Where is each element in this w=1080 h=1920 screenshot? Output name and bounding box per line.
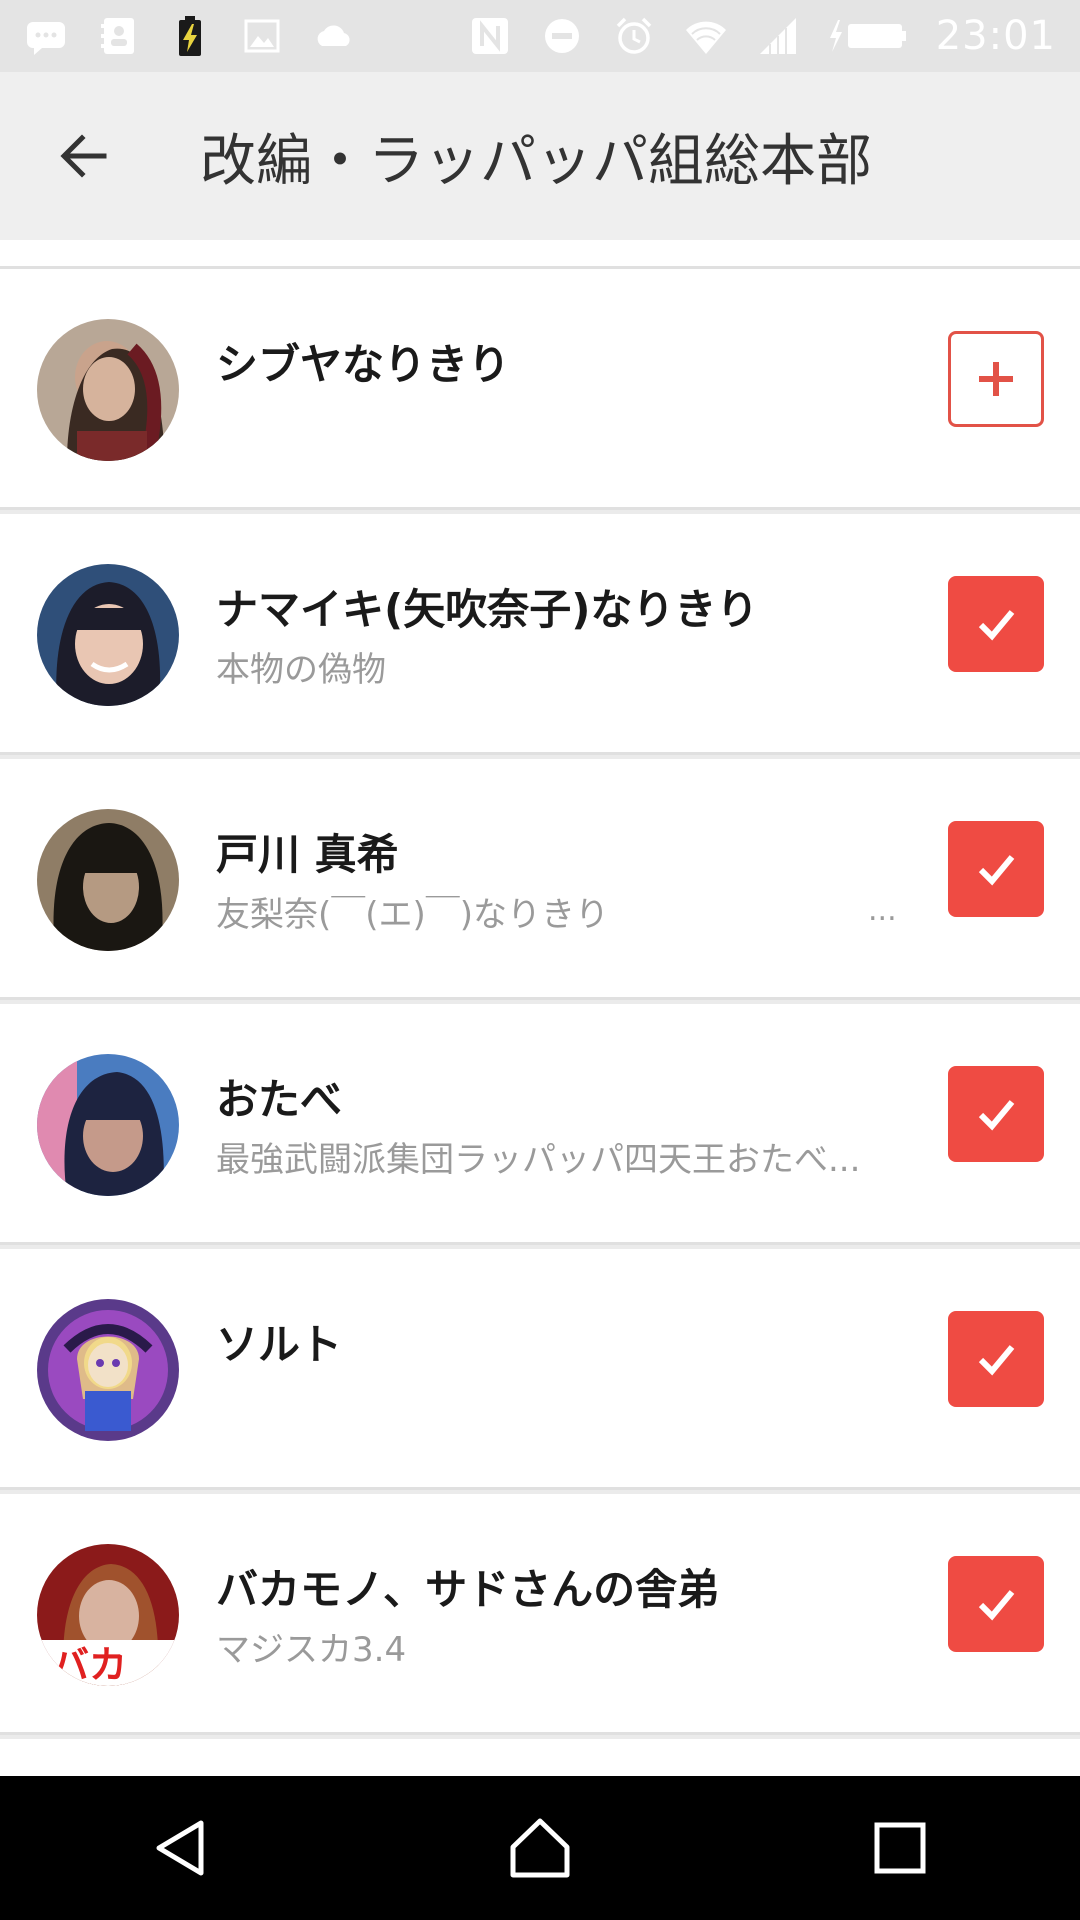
subtitle-ellipsis: ... [868, 893, 897, 928]
item-subtitle: マジスカ3.4 [216, 1630, 407, 1670]
status-bar-left [24, 14, 356, 58]
navigation-bar [0, 1776, 1080, 1920]
clock-time: 23:01 [935, 13, 1056, 59]
plus-icon [979, 362, 1013, 396]
list-item[interactable]: 戸川 真希 友梨奈(￣(エ)￣)なりきり ... [0, 759, 1080, 1000]
avatar [37, 1054, 179, 1196]
checked-button[interactable] [948, 821, 1044, 917]
list-item[interactable]: シブヤなりきり [0, 269, 1080, 510]
nav-back-button[interactable] [120, 1788, 240, 1908]
recents-icon [874, 1822, 926, 1874]
checked-button[interactable] [948, 1311, 1044, 1407]
avatar [37, 319, 179, 461]
contact-card-icon [96, 14, 140, 58]
checkmark-icon [978, 1100, 1015, 1131]
back-triangle-icon [156, 1820, 204, 1876]
add-button[interactable] [948, 331, 1044, 427]
message-icon [24, 14, 68, 58]
status-bar-right: 23:01 [468, 13, 1056, 59]
item-name: ナマイキ(矢吹奈子)なりきり [216, 585, 759, 634]
list-item-partial [0, 1739, 1080, 1776]
item-name: おたべ [216, 1075, 343, 1124]
item-subtitle: 友梨奈(￣(エ)￣)なりきり [216, 895, 610, 935]
checked-button[interactable] [948, 1556, 1044, 1652]
avatar [37, 1299, 179, 1441]
list-item[interactable]: バカ バカモノ、サドさんの舎弟 マジスカ3.4 [0, 1494, 1080, 1735]
cloud-icon [312, 14, 356, 58]
nav-home-button[interactable] [480, 1788, 600, 1908]
battery-icon [828, 14, 908, 58]
page-title: 改編・ラッパッパ組総本部 [200, 128, 872, 194]
alarm-icon [612, 14, 656, 58]
item-subtitle: 最強武闘派集団ラッパッパ四天王おたべ... [216, 1140, 861, 1180]
back-button[interactable] [24, 96, 144, 216]
item-name: シブヤなりきり [216, 340, 511, 389]
nfc-icon [468, 14, 512, 58]
item-name: 戸川 真希 [216, 830, 399, 879]
list-item[interactable]: ソルト [0, 1249, 1080, 1490]
home-icon [510, 1818, 570, 1878]
avatar [37, 809, 179, 951]
member-list[interactable]: シブヤなりきり ナマイキ(矢吹奈子)なりきり 本物の偽物 戸川 真希 友梨奈(￣… [0, 240, 1080, 1776]
checked-button[interactable] [948, 1066, 1044, 1162]
item-name: バカモノ、サドさんの舎弟 [216, 1565, 720, 1614]
arrow-left-icon [60, 134, 107, 178]
image-icon [240, 14, 284, 58]
checkmark-icon [978, 1345, 1015, 1376]
avatar: バカ [37, 1544, 179, 1686]
do-not-disturb-icon [540, 14, 584, 58]
status-bar: 23:01 [0, 0, 1080, 72]
item-name: ソルト [216, 1320, 343, 1369]
list-item-partial [0, 240, 1080, 269]
checkmark-icon [978, 1590, 1015, 1621]
svg-text:バカ: バカ [51, 1643, 127, 1686]
checked-button[interactable] [948, 576, 1044, 672]
nav-recents-button[interactable] [840, 1788, 960, 1908]
checkmark-icon [978, 855, 1015, 886]
avatar [37, 564, 179, 706]
signal-icon [756, 14, 800, 58]
battery-charging-icon [168, 14, 212, 58]
wifi-icon [684, 14, 728, 58]
app-bar: 改編・ラッパッパ組総本部 [0, 72, 1080, 240]
list-item[interactable]: おたべ 最強武闘派集団ラッパッパ四天王おたべ... [0, 1004, 1080, 1245]
item-subtitle: 本物の偽物 [216, 650, 386, 690]
list-item[interactable]: ナマイキ(矢吹奈子)なりきり 本物の偽物 [0, 514, 1080, 755]
checkmark-icon [978, 610, 1015, 641]
